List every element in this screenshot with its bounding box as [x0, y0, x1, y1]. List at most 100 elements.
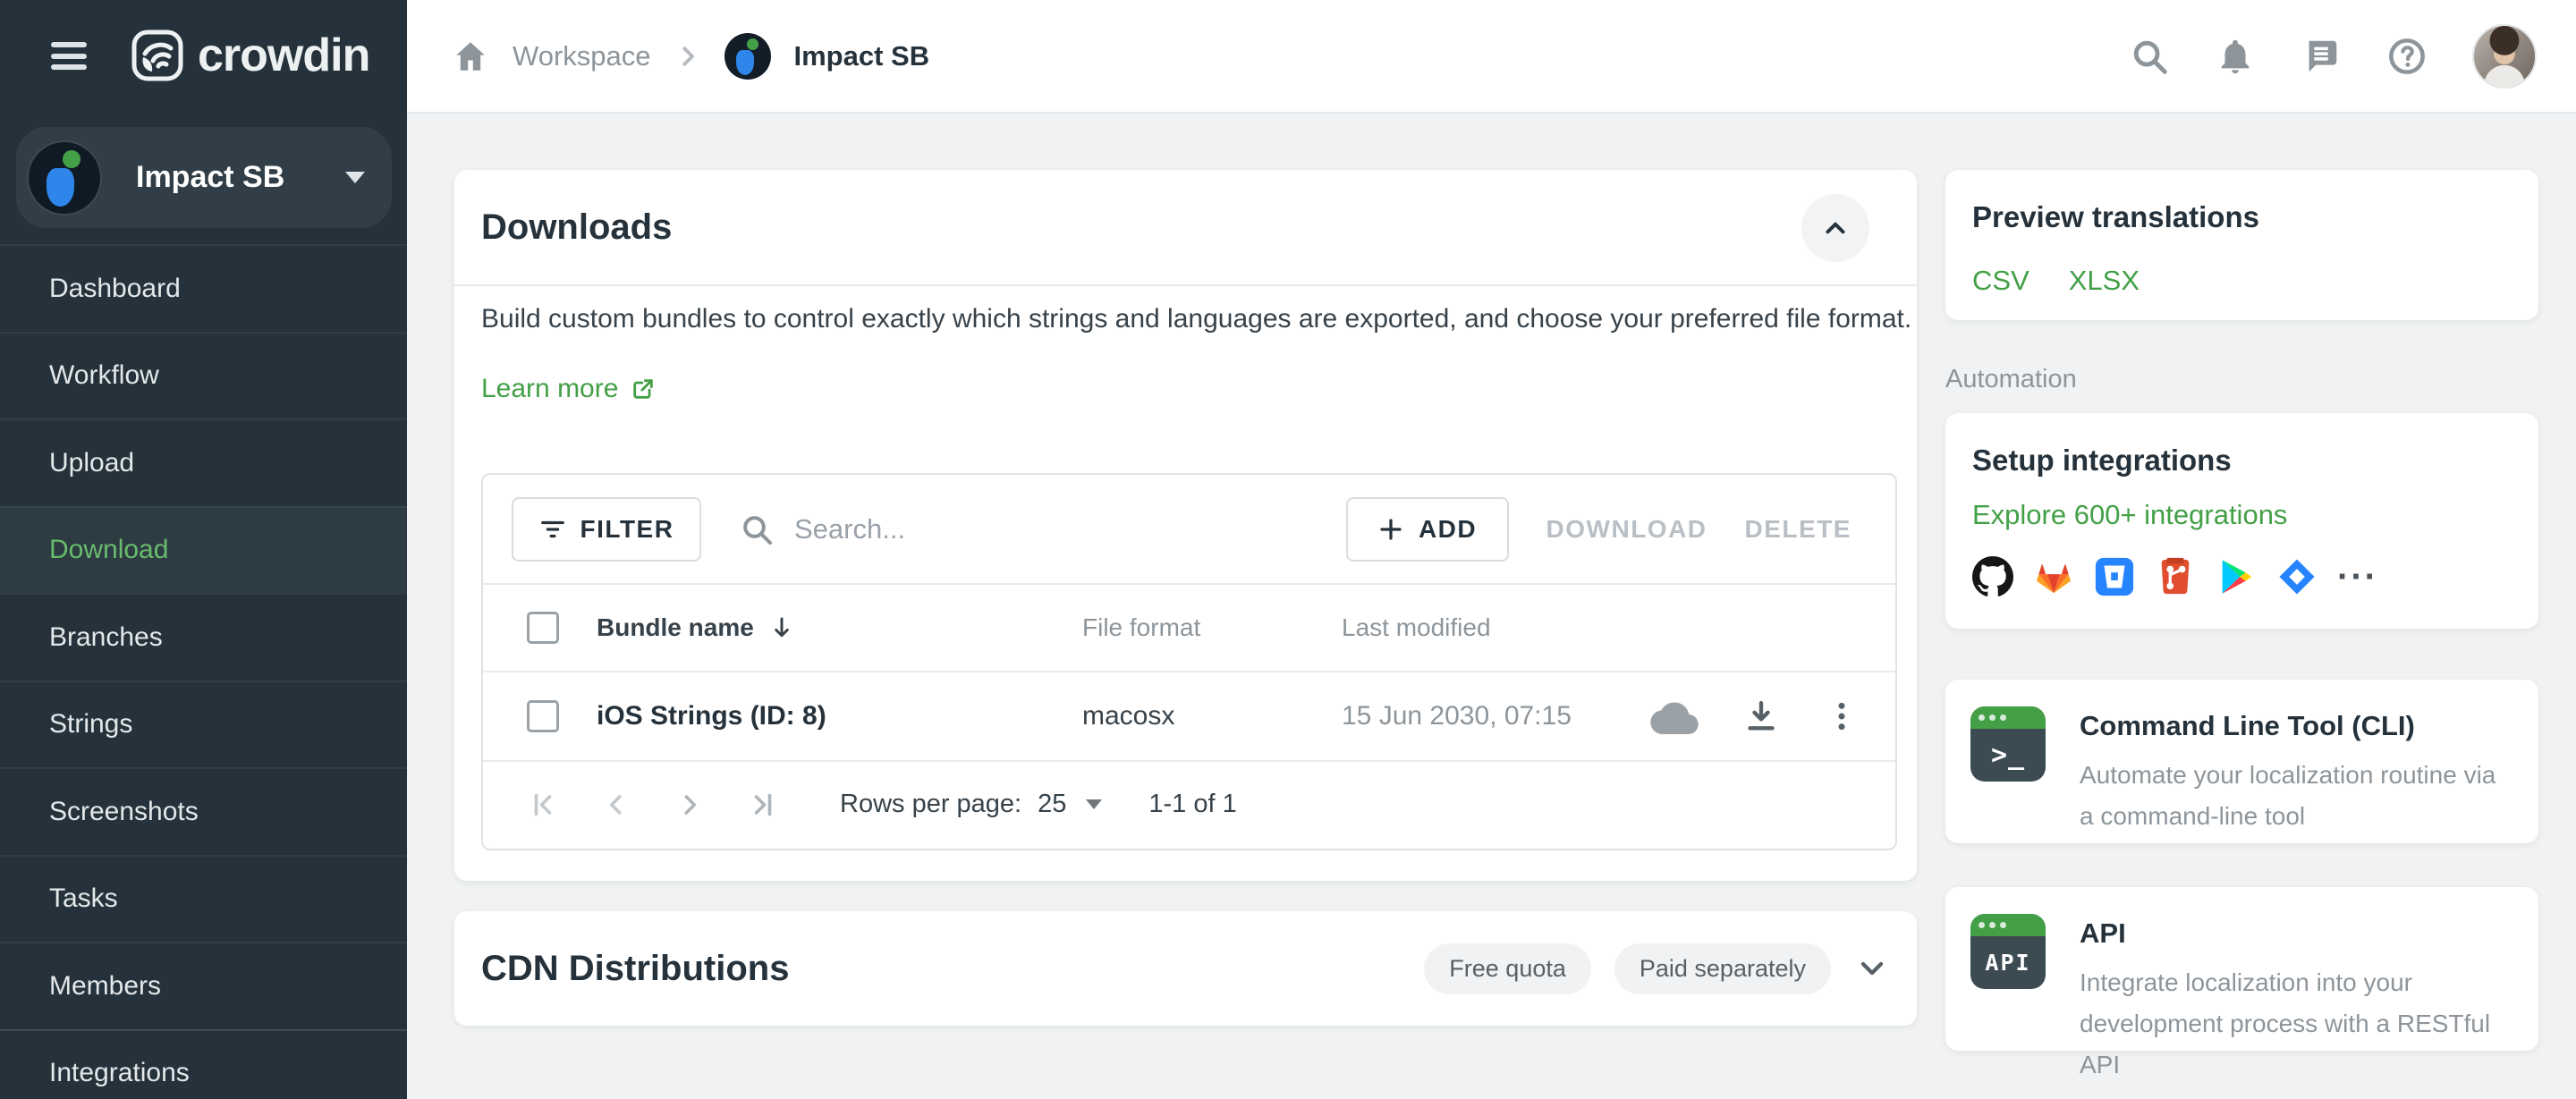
terminal-icon: >_ [1970, 706, 2046, 782]
free-quota-badge: Free quota [1424, 943, 1591, 994]
github-icon[interactable] [1972, 556, 2013, 597]
bundle-last-modified: 15 Jun 2030, 07:15 [1342, 701, 1572, 731]
sidebar: Impact SB Dashboard Workflow Upload Down… [0, 112, 407, 1099]
downloads-title: Downloads [481, 207, 672, 248]
jira-icon[interactable] [2276, 556, 2318, 597]
project-avatar[interactable] [724, 33, 771, 80]
sidebar-item-workflow[interactable]: Workflow [0, 332, 407, 419]
xlsx-link[interactable]: XLSX [2069, 265, 2140, 297]
api-description: Integrate localization into your develop… [2080, 962, 2513, 1086]
setup-integrations-title: Setup integrations [1972, 444, 2512, 478]
sidebar-item-dashboard[interactable]: Dashboard [0, 244, 407, 332]
bundle-name[interactable]: iOS Strings (ID: 8) [597, 701, 826, 731]
explore-integrations-link[interactable]: Explore 600+ integrations [1972, 499, 2287, 531]
cdn-badges: Free quota Paid separately [1424, 943, 1890, 994]
search-icon[interactable] [2129, 36, 2170, 77]
rows-per-page-label: Rows per page: [840, 790, 1021, 819]
api-icon: API [1970, 914, 2046, 989]
project-selector[interactable]: Impact SB [16, 127, 392, 228]
sidebar-item-screenshots[interactable]: Screenshots [0, 767, 407, 855]
sidebar-item-branches[interactable]: Branches [0, 593, 407, 681]
cdn-distributions-card: CDN Distributions Free quota Paid separa… [454, 911, 1917, 1026]
rows-per-page-value[interactable]: 25 [1038, 790, 1066, 819]
sidebar-item-members[interactable]: Members [0, 942, 407, 1029]
sidebar-item-strings[interactable]: Strings [0, 681, 407, 768]
search-input[interactable] [794, 513, 1295, 545]
automation-label: Automation [1945, 365, 2077, 394]
git-icon[interactable] [2155, 556, 2196, 597]
filter-button[interactable]: FILTER [512, 497, 701, 562]
cdn-expand-chevron-icon[interactable] [1854, 951, 1890, 986]
download-row-icon[interactable] [1743, 698, 1779, 734]
notifications-icon[interactable] [2215, 36, 2256, 77]
first-page-icon[interactable] [527, 789, 559, 821]
sort-desc-icon[interactable] [768, 614, 795, 641]
breadcrumb: Workspace Impact SB [452, 0, 929, 112]
external-link-icon [631, 376, 656, 402]
breadcrumb-project[interactable]: Impact SB [794, 40, 930, 72]
row-checkbox[interactable] [527, 700, 559, 732]
bundles-table: FILTER ADD DOWNLOAD DELETE [481, 473, 1897, 850]
column-bundle-name[interactable]: Bundle name [597, 613, 754, 642]
crowdin-logo[interactable]: crowdin [130, 28, 369, 83]
home-icon[interactable] [452, 38, 489, 75]
user-avatar[interactable] [2472, 24, 2537, 89]
kebab-menu-icon[interactable] [1824, 698, 1860, 734]
chevron-right-icon [674, 43, 701, 70]
integration-icons: ··· [1972, 556, 2512, 597]
bundle-file-format: macosx [1082, 701, 1174, 731]
sidebar-item-download[interactable]: Download [0, 506, 407, 594]
bundles-toolbar: FILTER ADD DOWNLOAD DELETE [483, 475, 1895, 583]
rows-per-page-caret-icon[interactable] [1086, 799, 1102, 809]
gitlab-icon[interactable] [2033, 556, 2074, 597]
bitbucket-icon[interactable] [2094, 556, 2135, 597]
cdn-title: CDN Distributions [481, 949, 789, 989]
setup-integrations-card: Setup integrations Explore 600+ integrat… [1945, 413, 2538, 629]
sidebar-item-integrations[interactable]: Integrations [0, 1029, 407, 1099]
api-card[interactable]: API API Integrate localization into your… [1945, 887, 2538, 1051]
column-last-modified[interactable]: Last modified [1342, 613, 1491, 642]
search-box [739, 511, 1295, 547]
more-integrations-icon[interactable]: ··· [2337, 556, 2378, 597]
cli-card[interactable]: >_ Command Line Tool (CLI) Automate your… [1945, 680, 2538, 843]
preview-translations-card: Preview translations CSV XLSX [1945, 170, 2538, 320]
delete-button[interactable]: DELETE [1745, 515, 1852, 544]
sidebar-item-upload[interactable]: Upload [0, 418, 407, 506]
last-page-icon[interactable] [747, 789, 779, 821]
cli-title: Command Line Tool (CLI) [2080, 710, 2513, 742]
crowdin-logo-icon [130, 28, 185, 83]
column-file-format[interactable]: File format [1082, 613, 1200, 642]
pagination-range: 1-1 of 1 [1148, 790, 1236, 819]
api-text: API Integrate localization into your dev… [2080, 914, 2513, 1024]
add-button[interactable]: ADD [1346, 497, 1509, 562]
prev-page-icon[interactable] [600, 789, 632, 821]
table-header-row: Bundle name File format Last modified [483, 583, 1895, 671]
topbar: crowdin Workspace Impact SB [0, 0, 2576, 112]
breadcrumb-workspace[interactable]: Workspace [513, 40, 651, 72]
downloads-description: Build custom bundles to control exactly … [481, 304, 1911, 334]
api-title: API [2080, 917, 2513, 950]
help-icon[interactable] [2386, 36, 2428, 77]
chevron-up-icon [1820, 213, 1851, 243]
table-row: iOS Strings (ID: 8) macosx 15 Jun 2030, … [483, 671, 1895, 760]
learn-more-link[interactable]: Learn more [481, 374, 656, 404]
filter-icon [539, 516, 566, 543]
cli-text: Command Line Tool (CLI) Automate your lo… [2080, 706, 2513, 816]
downloads-card-header: Downloads [454, 170, 1917, 286]
sidebar-item-tasks[interactable]: Tasks [0, 855, 407, 943]
menu-icon[interactable] [51, 42, 87, 70]
preview-links: CSV XLSX [1972, 265, 2512, 297]
google-play-icon[interactable] [2216, 556, 2257, 597]
topbar-brand-area: crowdin [0, 0, 407, 112]
crowdin-logo-text: crowdin [198, 29, 369, 82]
download-button[interactable]: DOWNLOAD [1546, 515, 1707, 544]
select-all-checkbox[interactable] [527, 612, 559, 644]
messages-icon[interactable] [2301, 36, 2342, 77]
table-search-icon [739, 511, 775, 547]
toolbar-actions: ADD DOWNLOAD DELETE [1346, 497, 1852, 562]
collapse-button[interactable] [1801, 194, 1869, 262]
cloud-build-icon[interactable] [1650, 698, 1699, 734]
next-page-icon[interactable] [674, 789, 706, 821]
csv-link[interactable]: CSV [1972, 265, 2029, 297]
downloads-card: Downloads Build custom bundles to contro… [454, 170, 1917, 881]
